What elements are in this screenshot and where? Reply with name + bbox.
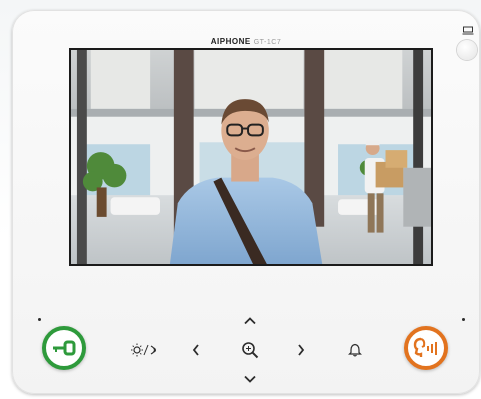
video-feed-image xyxy=(71,50,431,264)
unlock-button[interactable] xyxy=(42,326,86,370)
up-button[interactable] xyxy=(240,314,260,328)
chevron-right-icon xyxy=(298,344,305,356)
chevron-down-icon xyxy=(244,375,256,383)
left-button[interactable] xyxy=(189,340,203,360)
status-led-right xyxy=(462,318,465,321)
brightness-icon xyxy=(131,343,157,357)
chevron-left-icon xyxy=(192,344,199,356)
monitor-icon xyxy=(462,26,474,35)
chime-button[interactable] xyxy=(345,340,365,360)
brand-label: AIPHONE GT-1C7 xyxy=(12,37,480,46)
video-screen xyxy=(69,48,433,266)
key-icon xyxy=(53,340,76,356)
down-button[interactable] xyxy=(240,372,260,386)
zoom-button[interactable] xyxy=(236,338,264,362)
stage: AIPHONE GT-1C7 xyxy=(0,0,481,399)
right-button[interactable] xyxy=(294,340,308,360)
talk-icon xyxy=(413,337,437,357)
model-name: GT-1C7 xyxy=(253,39,282,46)
status-led-left xyxy=(38,318,41,321)
brightness-volume-button[interactable] xyxy=(130,340,162,360)
chevron-up-icon xyxy=(244,317,256,325)
zoom-icon xyxy=(242,342,259,359)
power-button[interactable] xyxy=(457,40,477,60)
brand-name: AIPHONE xyxy=(210,37,251,46)
bell-icon xyxy=(348,343,362,357)
talk-button[interactable] xyxy=(404,326,448,370)
